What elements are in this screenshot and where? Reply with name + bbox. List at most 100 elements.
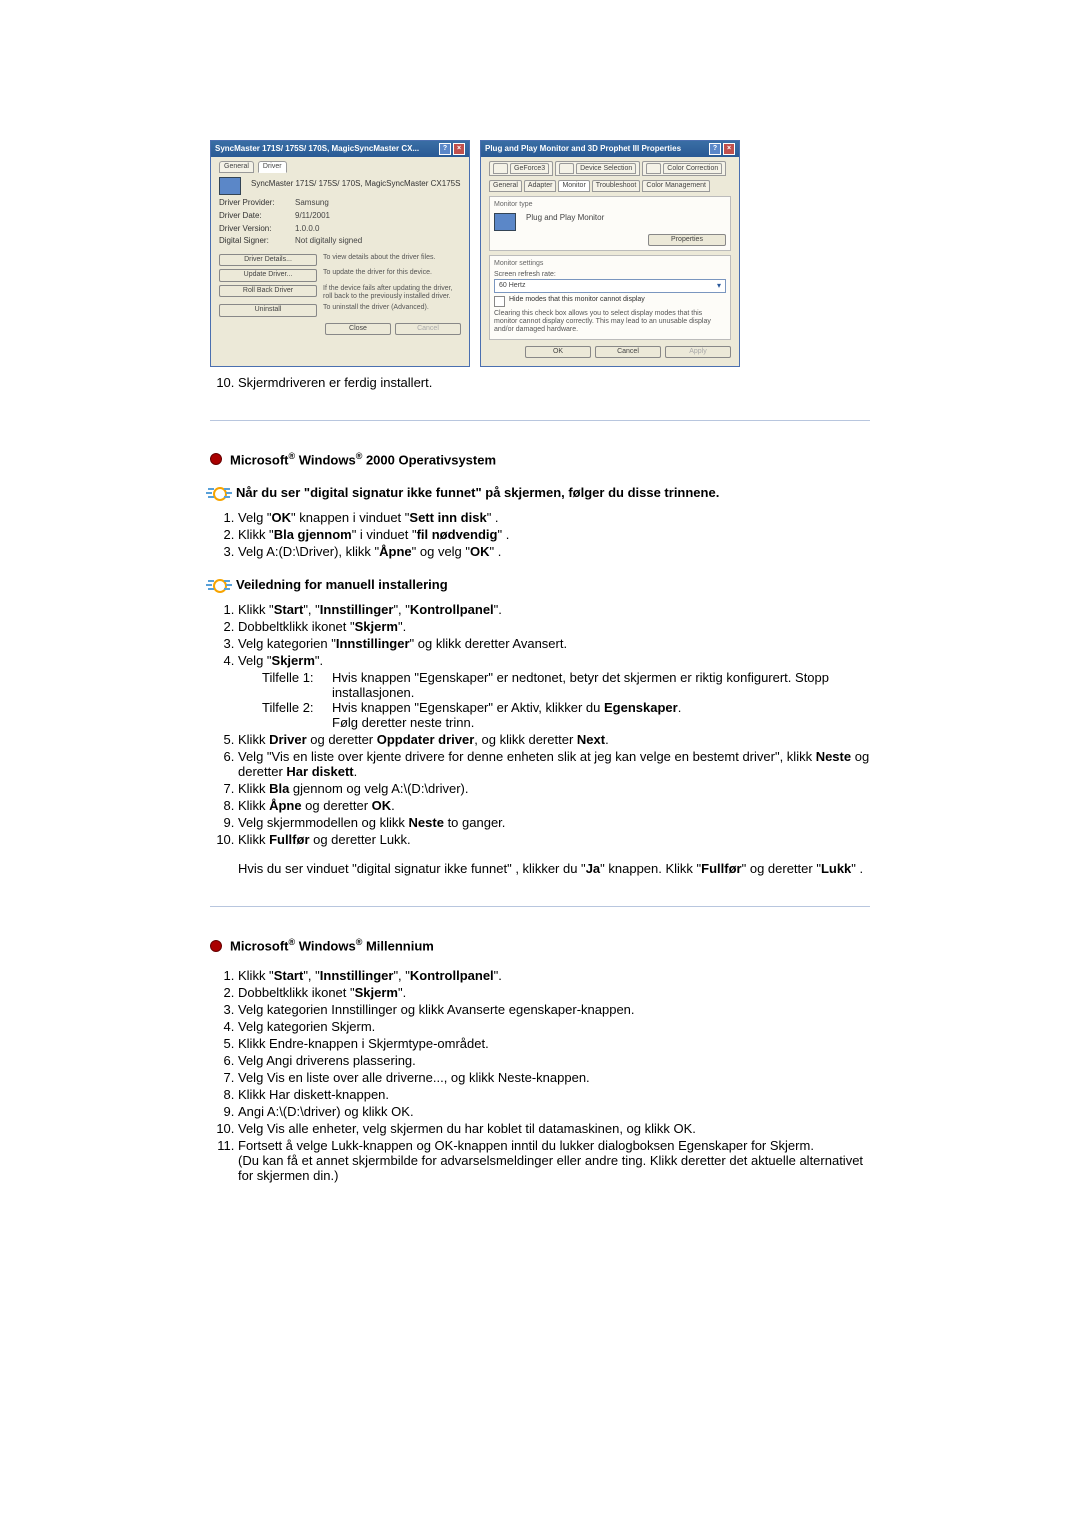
refresh-rate-select[interactable]: 60 Hertz ▾ [494,279,726,293]
list-item: Velg A:(D:\Driver), klikk "Åpne" og velg… [238,544,870,559]
subsection-title-signature: Når du ser "digital signatur ikke funnet… [236,485,719,500]
display-properties-dialog: Plug and Play Monitor and 3D Prophet III… [480,140,740,367]
version-label: Driver Version: [219,224,289,234]
device-name: SyncMaster 171S/ 175S/ 170S, MagicSyncMa… [251,179,460,189]
update-driver-desc: To update the driver for this device. [323,269,432,277]
document-page: SyncMaster 171S/ 175S/ 170S, MagicSyncMa… [0,0,1080,1253]
driver-details-button[interactable]: Driver Details... [219,254,317,266]
provider-label: Driver Provider: [219,198,289,208]
refresh-rate-label: Screen refresh rate: [494,271,726,279]
section-title-win2000: Microsoft® Windows® 2000 Operativsystem [230,451,496,467]
list-item: Velg "Vis en liste over kjente drivere f… [238,749,870,779]
list-item: Dobbeltklikk ikonet "Skjerm". [238,985,870,1000]
list-item: Velg kategorien "Innstillinger" og klikk… [238,636,870,651]
chevron-down-icon: ▾ [717,281,721,291]
uninstall-button[interactable]: Uninstall [219,304,317,316]
list-item: Klikk Bla gjennom og velg A:\(D:\driver)… [238,781,870,796]
driver-properties-dialog: SyncMaster 171S/ 175S/ 170S, MagicSyncMa… [210,140,470,367]
list-item: Klikk Endre-knappen i Skjermtype-området… [238,1036,870,1051]
case2-text: Hvis knappen "Egenskaper" er Aktiv, klik… [332,700,681,715]
list-item: Velg "OK" knappen i vinduet "Sett inn di… [238,510,870,525]
list-item: Fortsett å velge Lukk-knappen og OK-knap… [238,1138,870,1183]
manual-install-steps-list: Klikk "Start", "Innstillinger", "Kontrol… [210,602,870,876]
sun-icon [210,578,228,592]
date-value: 9/11/2001 [295,211,330,221]
list-item: Velg skjermmodellen og klikk Neste to ga… [238,815,870,830]
tab-monitor[interactable]: Monitor [558,180,589,192]
list-item: Dobbeltklikk ikonet "Skjerm". [238,619,870,634]
driver-details-desc: To view details about the driver files. [323,254,435,262]
provider-value: Samsung [295,198,329,208]
list-item: Klikk Har diskett-knappen. [238,1087,870,1102]
post-paragraph: Hvis du ser vinduet "digital signatur ik… [238,861,870,876]
dialog2-titlebar: Plug and Play Monitor and 3D Prophet III… [481,141,739,157]
rollback-driver-desc: If the device fails after updating the d… [323,285,461,302]
bullet-icon [210,453,222,465]
close-icon[interactable]: × [723,143,735,155]
section-header-win2000: Microsoft® Windows® 2000 Operativsystem [210,451,870,467]
winme-steps-list: Klikk "Start", "Innstillinger", "Kontrol… [210,968,870,1183]
ok-button[interactable]: OK [525,346,591,358]
uninstall-desc: To uninstall the driver (Advanced). [323,304,429,312]
monitor-settings-label: Monitor settings [494,260,726,268]
monitor-type-value: Plug and Play Monitor [526,213,604,223]
tab-troubleshoot[interactable]: Troubleshoot [592,180,641,192]
signature-steps-list: Velg "OK" knappen i vinduet "Sett inn di… [210,510,870,559]
hide-modes-checkbox[interactable] [494,296,505,307]
tab-general[interactable]: General [489,180,522,192]
case1-label: Tilfelle 1: [262,670,326,700]
monitor-type-label: Monitor type [494,201,726,209]
subsection-title-manual: Veiledning for manuell installering [236,577,448,592]
signer-label: Digital Signer: [219,236,289,246]
close-button[interactable]: Close [325,323,391,335]
list-item: Velg Vis alle enheter, velg skjermen du … [238,1121,870,1136]
close-icon[interactable]: × [453,143,465,155]
tab-color-management[interactable]: Color Management [642,180,710,192]
bullet-icon [210,940,222,952]
cancel-button[interactable]: Cancel [395,323,461,335]
date-label: Driver Date: [219,211,289,221]
subsection-header-signature: Når du ser "digital signatur ikke funnet… [210,485,870,500]
list-item: Klikk Driver og deretter Oppdater driver… [238,732,870,747]
divider [210,420,870,421]
help-icon[interactable]: ? [709,143,721,155]
properties-button[interactable]: Properties [648,234,726,246]
case1-text: Hvis knappen "Egenskaper" er nedtonet, b… [332,670,870,700]
install-step-10: Skjermdriveren er ferdig installert. [238,375,870,390]
section-header-winme: Microsoft® Windows® Millennium [210,937,870,953]
list-item: Klikk Fullfør og deretter Lukk. Hvis du … [238,832,870,876]
dialog2-title-text: Plug and Play Monitor and 3D Prophet III… [485,144,681,154]
tab-color-correction[interactable]: Color Correction [642,161,726,176]
sun-icon [210,486,228,500]
hide-modes-note: Clearing this check box allows you to se… [494,310,726,335]
tab-driver[interactable]: Driver [258,161,287,173]
tab-adapter[interactable]: Adapter [524,180,557,192]
rollback-driver-button[interactable]: Roll Back Driver [219,285,317,297]
divider [210,906,870,907]
list-item: Klikk Åpne og deretter OK. [238,798,870,813]
refresh-rate-value: 60 Hertz [499,282,525,290]
dialog1-title-text: SyncMaster 171S/ 175S/ 170S, MagicSyncMa… [215,144,419,154]
list-item: Velg "Skjerm". Tilfelle 1: Hvis knappen … [238,653,870,730]
list-item: Klikk "Bla gjennom" i vinduet "fil nødve… [238,527,870,542]
section-title-winme: Microsoft® Windows® Millennium [230,937,434,953]
monitor-icon [494,213,516,231]
apply-button[interactable]: Apply [665,346,731,358]
dialog-screenshots-row: SyncMaster 171S/ 175S/ 170S, MagicSyncMa… [210,140,870,367]
list-item: Angi A:\(D:\driver) og klikk OK. [238,1104,870,1119]
tab-general[interactable]: General [219,161,254,173]
cancel-button[interactable]: Cancel [595,346,661,358]
help-icon[interactable]: ? [439,143,451,155]
list-item: Klikk "Start", "Innstillinger", "Kontrol… [238,602,870,617]
list-item: Velg Vis en liste over alle driverne...,… [238,1070,870,1085]
tab-device-selection[interactable]: Device Selection [555,161,640,176]
list-item: Velg Angi driverens plassering. [238,1053,870,1068]
case2-cont: Følg deretter neste trinn. [332,715,870,730]
update-driver-button[interactable]: Update Driver... [219,269,317,281]
subsection-header-manual: Veiledning for manuell installering [210,577,870,592]
tab-geforce[interactable]: GeForce3 [489,161,553,176]
hide-modes-label: Hide modes that this monitor cannot disp… [509,296,645,304]
monitor-icon [219,177,241,195]
case2-label: Tilfelle 2: [262,700,326,715]
list-item: Klikk "Start", "Innstillinger", "Kontrol… [238,968,870,983]
